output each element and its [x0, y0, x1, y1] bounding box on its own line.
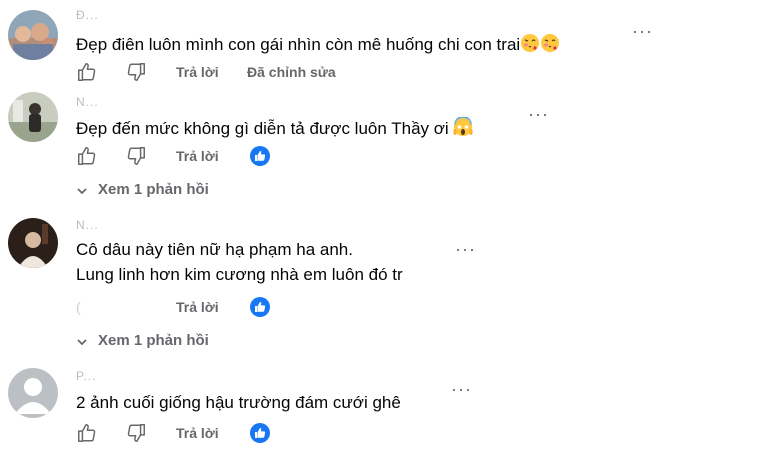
- view-replies-label: Xem 1 phản hồi: [98, 181, 209, 198]
- reply-link[interactable]: Trả lời: [176, 64, 219, 80]
- comment-text: Đẹp đến mức không gì diễn tả được luôn T…: [76, 116, 473, 142]
- avatar[interactable]: [8, 92, 58, 142]
- view-replies-link[interactable]: Xem 1 phản hồi: [76, 181, 209, 199]
- comment-author[interactable]: P...: [76, 369, 96, 383]
- comment-actions: ( Trả lời: [76, 296, 286, 320]
- avatar[interactable]: [8, 368, 58, 418]
- comment-text: Cô dâu này tiên nữ hạ phạm ha anh.: [76, 240, 353, 260]
- comment-actions: Trả lời Đã chỉnh sửa: [76, 61, 396, 85]
- comment-text: 2 ảnh cuối giống hậu trường đám cưới ghê: [76, 393, 401, 413]
- comment-author[interactable]: Đ...: [76, 8, 99, 22]
- like-icon[interactable]: [76, 422, 98, 444]
- like-icon[interactable]: [76, 61, 98, 83]
- more-options-button[interactable]: ···: [455, 240, 476, 258]
- more-options-button[interactable]: ···: [632, 22, 653, 40]
- timestamp: (: [76, 299, 81, 315]
- chevron-down-icon: [76, 333, 88, 350]
- more-options-button[interactable]: ···: [528, 105, 549, 123]
- comment-line: 2 ảnh cuối giống hậu trường đám cưới ghê: [76, 393, 401, 412]
- comment-author[interactable]: N...: [76, 95, 99, 109]
- comment-actions: Trả lời: [76, 145, 286, 169]
- comment-text: Lung linh hơn kim cương nhà em luôn đó t…: [76, 265, 403, 285]
- edited-label: Đã chỉnh sửa: [247, 64, 336, 80]
- face-blowing-kiss-icon: [520, 33, 540, 58]
- screaming-face-icon: [453, 116, 473, 142]
- like-icon[interactable]: [76, 145, 98, 167]
- dislike-icon[interactable]: [125, 61, 147, 83]
- like-reaction-icon[interactable]: [250, 146, 270, 166]
- view-replies-link[interactable]: Xem 1 phản hồi: [76, 332, 209, 350]
- dislike-icon[interactable]: [125, 145, 147, 167]
- like-reaction-icon[interactable]: [250, 297, 270, 317]
- comment-line: Lung linh hơn kim cương nhà em luôn đó t…: [76, 265, 403, 284]
- comment-line: Cô dâu này tiên nữ hạ phạm ha anh.: [76, 240, 353, 259]
- more-options-button[interactable]: ···: [451, 380, 472, 398]
- like-reaction-icon[interactable]: [250, 423, 270, 443]
- comment-actions: Trả lời: [76, 422, 286, 446]
- avatar[interactable]: [8, 10, 58, 60]
- view-replies-label: Xem 1 phản hồi: [98, 332, 209, 349]
- reply-link[interactable]: Trả lời: [176, 148, 219, 164]
- comment-author[interactable]: N...: [76, 218, 99, 232]
- comment-text: Đẹp điên luôn mình con gái nhìn còn mê h…: [76, 33, 560, 58]
- chevron-down-icon: [76, 182, 88, 199]
- dislike-icon[interactable]: [125, 422, 147, 444]
- reply-link[interactable]: Trả lời: [176, 299, 219, 315]
- comment-line: Đẹp điên luôn mình con gái nhìn còn mê h…: [76, 35, 521, 54]
- reply-link[interactable]: Trả lời: [176, 425, 219, 441]
- face-blowing-kiss-icon: [540, 33, 560, 58]
- avatar[interactable]: [8, 218, 58, 268]
- comment-line: Đẹp đến mức không gì diễn tả được luôn T…: [76, 119, 449, 138]
